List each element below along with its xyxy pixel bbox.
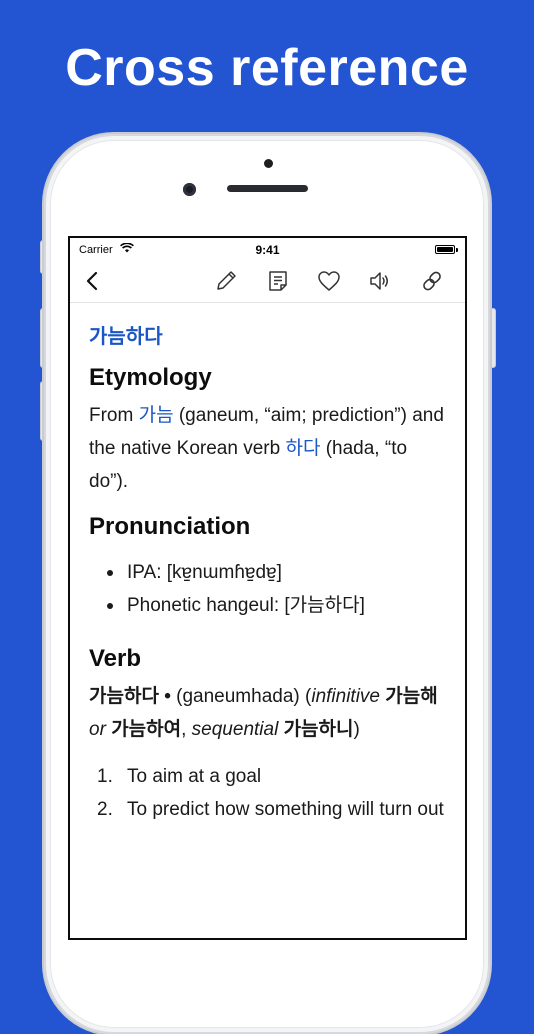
- toolbar: [70, 260, 465, 303]
- speaker-icon[interactable]: [367, 268, 393, 294]
- power-button: [490, 308, 496, 368]
- front-camera: [183, 183, 196, 196]
- pronunciation-heading: Pronunciation: [89, 513, 251, 540]
- phone-screen: Carrier 9:41 가늠하다 Etymology From 가늠 (gan…: [68, 236, 467, 940]
- etymology-prefix: From: [89, 405, 139, 426]
- or-label: or: [89, 719, 112, 740]
- infinitive-label: infinitive: [311, 686, 380, 707]
- close-paren: ): [353, 719, 360, 740]
- list-item: 2. To predict how something will turn out: [89, 793, 451, 826]
- entry-title: 가늠하다: [89, 326, 163, 348]
- definition-number: 2.: [97, 799, 113, 820]
- headword: 가늠하다: [89, 686, 159, 707]
- comma: ,: [181, 719, 192, 740]
- bullet-separator: •: [158, 686, 177, 707]
- verb-headword-line: 가늠하다 • (ganeumhada) (infinitive 가늠해 or 가…: [89, 680, 451, 746]
- sequential-form: 가늠하니: [278, 719, 354, 740]
- cross-reference-link-hada[interactable]: 하다: [285, 438, 320, 459]
- definition-text: To aim at a goal: [127, 766, 262, 787]
- definition-number: 1.: [97, 766, 113, 787]
- heart-icon[interactable]: [316, 268, 342, 294]
- etymology-text: From 가늠 (ganeum, “aim; prediction”) and …: [89, 399, 451, 498]
- definition-text: To predict how something will turn out: [127, 799, 444, 820]
- entry-content: 가늠하다 Etymology From 가늠 (ganeum, “aim; pr…: [89, 302, 451, 826]
- list-item: 1. To aim at a goal: [89, 760, 451, 793]
- headline: Cross reference: [65, 39, 469, 97]
- note-icon[interactable]: [265, 268, 291, 294]
- battery-tip: [456, 248, 458, 252]
- battery-icon: [435, 245, 455, 254]
- link-icon[interactable]: [419, 268, 445, 294]
- list-item: Phonetic hangeul: [가늠하다]: [89, 589, 451, 622]
- status-time: 9:41: [255, 243, 280, 257]
- infinitive-form: 가늠해: [380, 686, 438, 707]
- definition-list: 1. To aim at a goal 2. To predict how some…: [89, 760, 451, 826]
- cross-reference-link-ganeum[interactable]: 가늠: [139, 405, 174, 426]
- list-item: IPA: [kɐ̠nɯmɦɐ̠dɐ̠]: [89, 556, 451, 589]
- sequential-label: sequential: [191, 719, 279, 740]
- etymology-heading: Etymology: [89, 364, 212, 391]
- chevron-left-icon[interactable]: [80, 268, 106, 294]
- pencil-icon[interactable]: [213, 268, 239, 294]
- romanization: (ganeumhada) (: [176, 686, 312, 707]
- infinitive-form-alt: 가늠하여: [111, 719, 182, 740]
- pronunciation-list: IPA: [kɐ̠nɯmɦɐ̠dɐ̠] Phonetic hangeul: [가…: [89, 556, 451, 622]
- earpiece-speaker: [227, 185, 308, 192]
- proximity-sensor: [264, 159, 273, 168]
- status-bar: Carrier 9:41: [70, 238, 465, 260]
- verb-heading: Verb: [89, 645, 142, 672]
